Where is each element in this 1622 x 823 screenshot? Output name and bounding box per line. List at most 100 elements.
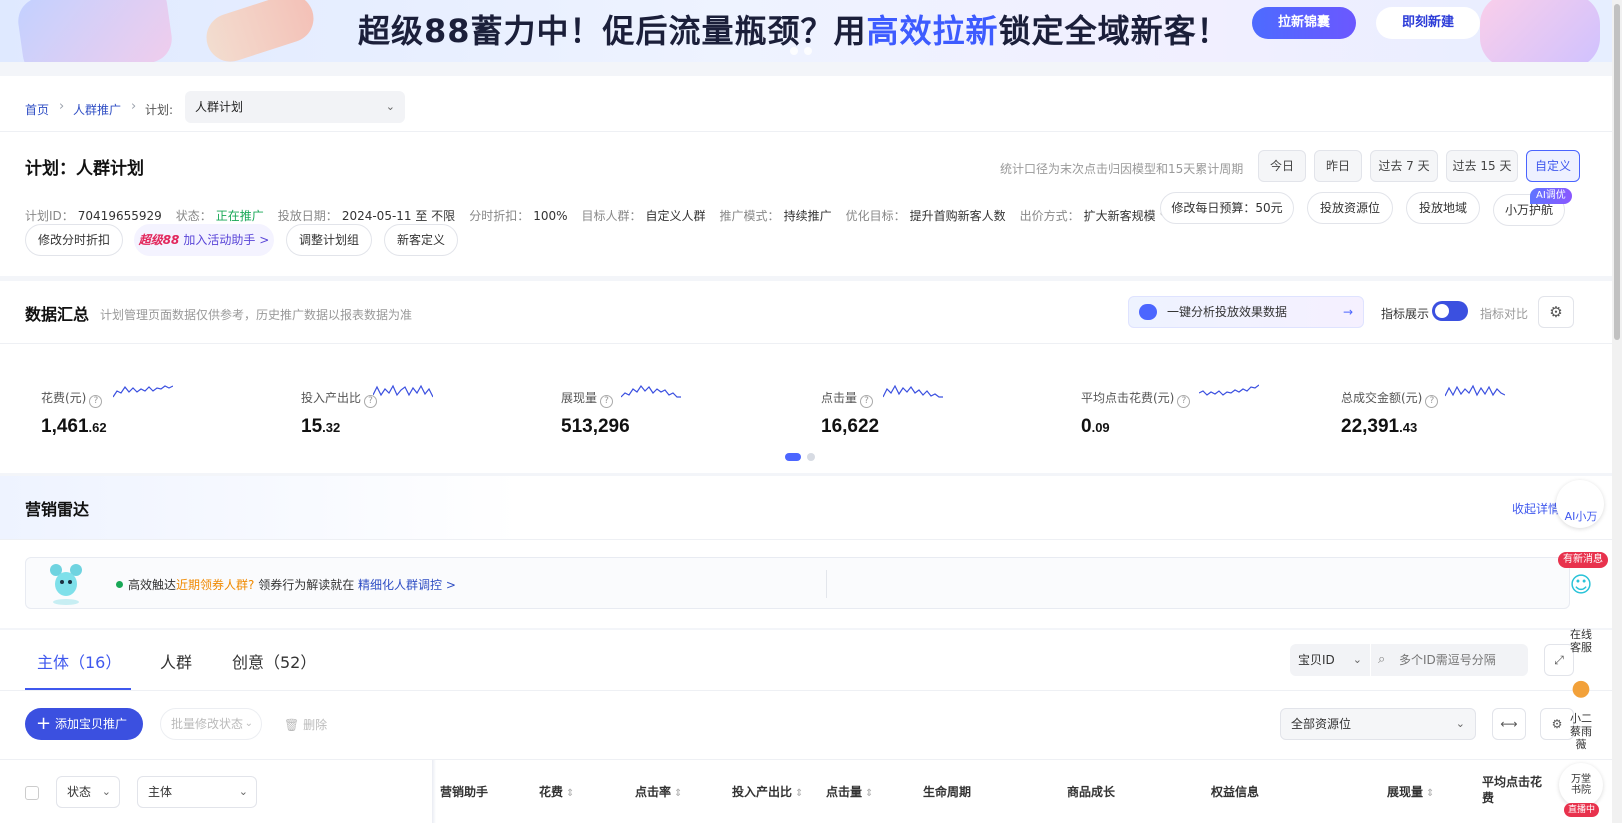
add-item-button[interactable]: + 添加宝贝推广 xyxy=(25,708,143,740)
metric-value: 1,461.62 xyxy=(41,416,107,437)
ai-mascot-icon xyxy=(1139,304,1157,320)
indicator-compare-label: 指标对比 xyxy=(1480,307,1529,321)
col-ctr[interactable]: 点击率 ⇕ xyxy=(635,783,682,800)
tab-crowd[interactable]: 人群 xyxy=(160,649,192,673)
plus-icon: + xyxy=(36,713,52,734)
scrollbar[interactable] xyxy=(1612,0,1622,823)
indicator-show-label: 指标展示 xyxy=(1381,307,1430,321)
breadcrumb-crowd[interactable]: 人群推广 xyxy=(73,101,121,118)
plan-label: 计划: xyxy=(145,103,174,117)
metric-avg-cpc[interactable]: 平均点击花费(元)? 0.09 xyxy=(1081,384,1321,438)
help-icon[interactable]: ? xyxy=(860,395,874,408)
tab-subject[interactable]: 主体（16） xyxy=(37,649,121,673)
sparkline xyxy=(1199,384,1259,396)
plan-title: 计划：人群计划 xyxy=(25,159,144,179)
status-filter-select[interactable]: 状态 ⌄ xyxy=(56,776,120,808)
metric-value: 16,622 xyxy=(821,416,880,437)
academy-label: 万堂书院 xyxy=(1571,774,1591,796)
new-customer-def-button[interactable]: 新客定义 xyxy=(384,224,458,256)
metric-cost[interactable]: 花费(元)? 1,461.62 xyxy=(41,385,281,438)
breadcrumb: 首页 › 人群推广 › 计划: 人群计划 ⌄ xyxy=(0,76,1616,132)
date-yesterday-button[interactable]: 昨日 xyxy=(1314,150,1362,182)
live-badge: 直播中 xyxy=(1564,803,1600,817)
col-marketing-assistant: 营销助手 xyxy=(440,785,489,799)
metrics-pager[interactable] xyxy=(785,453,815,461)
xiaoer-label[interactable]: 小二蔡雨薇 xyxy=(1567,712,1595,751)
banner-gift-illustration xyxy=(1480,0,1600,62)
metric-clicks[interactable]: 点击量? 16,622 xyxy=(821,384,1061,438)
customer-service-icon[interactable]: ☺ xyxy=(1556,572,1606,600)
meta-goal: 优化目标： 提升首购新客人数 xyxy=(845,209,1006,223)
help-icon[interactable]: ? xyxy=(1177,395,1191,408)
sparkline xyxy=(621,384,681,398)
adjust-group-button[interactable]: 调整计划组 xyxy=(286,224,372,256)
banner-title: 超级88蓄力中！促后流量瓶颈？用高效拉新锁定全域新客！ xyxy=(358,12,1230,50)
promo-banner[interactable]: 超级88蓄力中！促后流量瓶颈？用高效拉新锁定全域新客！ 拉新锦囊 即刻新建 xyxy=(0,0,1616,62)
collapse-details-link[interactable]: 收起详情 xyxy=(1512,500,1560,517)
metric-impressions[interactable]: 展现量? 513,296 xyxy=(561,384,801,438)
region-button[interactable]: 投放地域 xyxy=(1406,192,1480,224)
chevron-down-icon: ⌄ xyxy=(244,718,253,729)
meta-plan-id: 计划ID： 70419655929 xyxy=(25,209,162,223)
metric-value: 0.09 xyxy=(1081,416,1110,437)
col-clicks[interactable]: 点击量 ⇕ xyxy=(826,783,873,800)
chevron-right-icon: › xyxy=(131,99,137,114)
resource-select[interactable]: 全部资源位 ⌄ xyxy=(1280,708,1476,740)
banner-pager[interactable] xyxy=(790,47,812,55)
trash-icon: 🗑 xyxy=(284,718,300,732)
summary-note: 计划管理页面数据仅供参考，历史推广数据以报表数据为准 xyxy=(100,308,413,322)
metric-roi[interactable]: 投入产出比? 15.32 xyxy=(301,384,541,438)
chevron-down-icon: ⌄ xyxy=(385,100,395,113)
ai-analyze-button[interactable]: 一键分析投放效果数据 → xyxy=(1128,296,1364,328)
col-cost[interactable]: 花费 ⇕ xyxy=(539,783,574,800)
chevron-down-icon: ⌄ xyxy=(1455,717,1465,730)
col-lifecycle: 生命周期 xyxy=(923,785,972,799)
id-type-select[interactable]: 宝贝ID ⌄ xyxy=(1290,644,1370,676)
ai-tune-badge: AI调优 xyxy=(1530,188,1572,204)
col-growth: 商品成长 xyxy=(1067,785,1116,799)
edit-time-discount-button[interactable]: 修改分时折扣 xyxy=(25,224,123,256)
id-search-input[interactable] xyxy=(1371,644,1528,676)
edit-budget-button[interactable]: 修改每日预算：50元 xyxy=(1160,192,1294,224)
select-all-checkbox[interactable] xyxy=(25,786,39,800)
radar-title: 营销雷达 xyxy=(25,500,90,519)
metric-value: 15.32 xyxy=(301,416,341,437)
activity-assistant-button[interactable]: 超级88 加入活动助手 > xyxy=(134,224,274,256)
column-width-button[interactable]: ⟷ xyxy=(1492,708,1526,740)
batch-status-select[interactable]: 批量修改状态 ⌄ xyxy=(160,708,262,740)
delete-button[interactable]: 🗑 删除 xyxy=(284,716,327,733)
chevron-down-icon: ⌄ xyxy=(238,785,248,798)
sparkline xyxy=(373,384,433,398)
xiaoer-avatar[interactable]: ● xyxy=(1556,675,1606,703)
date-7days-button[interactable]: 过去 7 天 xyxy=(1370,150,1438,182)
summary-title: 数据汇总 xyxy=(25,305,90,324)
help-icon[interactable]: ? xyxy=(600,395,614,408)
fine-crowd-link[interactable]: 精细化人群调控 > xyxy=(358,578,456,592)
date-15days-button[interactable]: 过去 15 天 xyxy=(1446,150,1518,182)
banner-create-button[interactable]: 即刻新建 xyxy=(1376,7,1480,39)
col-roi[interactable]: 投入产出比 ⇕ xyxy=(732,783,803,800)
resource-position-button[interactable]: 投放资源位 xyxy=(1307,192,1393,224)
col-impressions[interactable]: 展现量 ⇕ xyxy=(1387,783,1434,800)
col-avg-cpc[interactable]: 平均点击花费 xyxy=(1482,774,1546,806)
radar-tip-card: 高效触达近期领券人群? 领券行为解读就在 精细化人群调控 > xyxy=(25,557,1570,609)
tab-creative[interactable]: 创意（52） xyxy=(232,649,316,673)
indicator-toggle[interactable] xyxy=(1432,301,1468,321)
new-message-badge: 有新消息 xyxy=(1558,552,1608,568)
help-icon[interactable]: ? xyxy=(89,395,103,408)
subject-filter-select[interactable]: 主体 ⌄ xyxy=(137,776,257,808)
gear-icon[interactable]: ⚙ xyxy=(1538,296,1574,328)
date-custom-button[interactable]: 自定义 xyxy=(1526,150,1580,182)
list-panel: 主体（16） 人群 创意（52） 宝贝ID⌄ ⌕ ⤢ +添加宝贝推广 批量修改状… xyxy=(0,630,1616,823)
chevron-down-icon: ⌄ xyxy=(1352,653,1362,666)
chevron-right-icon: › xyxy=(59,99,65,114)
breadcrumb-home[interactable]: 首页 xyxy=(25,101,49,118)
customer-service-label[interactable]: 在线客服 xyxy=(1567,628,1595,654)
help-icon[interactable]: ? xyxy=(1425,395,1439,408)
search-icon: ⌕ xyxy=(1378,652,1386,667)
metric-gmv[interactable]: 总成交金额(元)? 22,391.43 xyxy=(1341,384,1581,438)
date-today-button[interactable]: 今日 xyxy=(1258,150,1306,182)
banner-rocket-illustration xyxy=(200,0,320,62)
banner-tips-button[interactable]: 拉新锦囊 xyxy=(1252,7,1356,39)
plan-select[interactable]: 人群计划 ⌄ xyxy=(185,91,405,123)
